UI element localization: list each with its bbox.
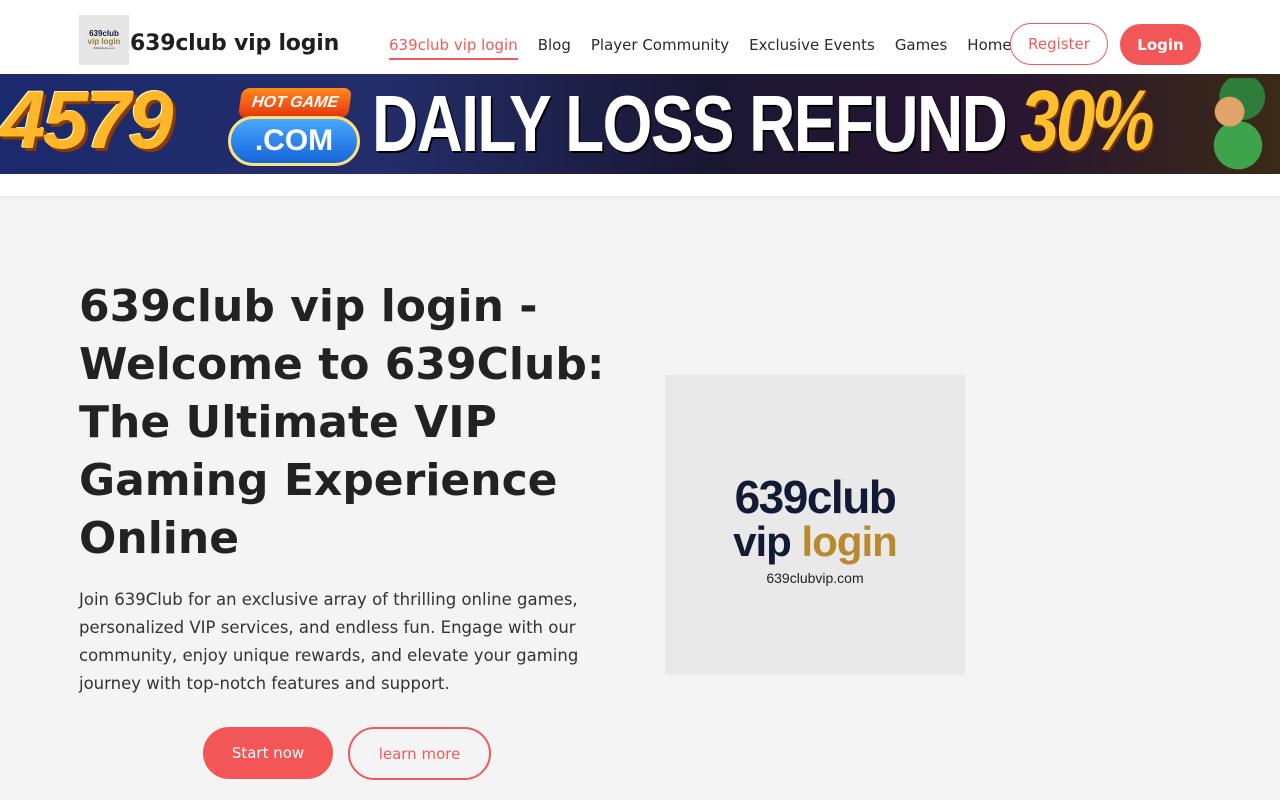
nav-item-blog[interactable]: Blog <box>538 36 571 60</box>
banner-percent: 30% <box>1020 74 1155 169</box>
hero-description: Join 639Club for an exclusive array of t… <box>79 590 579 693</box>
banner-bottom-strip <box>0 174 1280 196</box>
main-nav: 639club vip login Blog Player Community … <box>389 36 1012 60</box>
banner-character-illustration <box>1196 78 1280 174</box>
start-now-button[interactable]: Start now <box>203 727 333 779</box>
register-button[interactable]: Register <box>1010 23 1108 65</box>
site-title[interactable]: 639club vip login <box>130 31 339 56</box>
nav-item-games[interactable]: Games <box>895 36 947 60</box>
login-button[interactable]: Login <box>1120 24 1201 65</box>
hero-image-text-login: login <box>801 517 898 565</box>
logo-text-line3: 639clubvip.com <box>93 46 115 50</box>
site-logo[interactable]: 639club vip login 639clubvip.com <box>79 15 129 65</box>
hero-title: 639club vip login - Welcome to 639Club: … <box>79 281 605 564</box>
site-header: 639club vip login 639clubvip.com 639club… <box>0 0 1280 74</box>
nav-item-639club-vip-login[interactable]: 639club vip login <box>389 36 518 60</box>
banner-number: 4579 <box>0 75 173 166</box>
hero-image-text-line1: 639club <box>734 470 897 523</box>
nav-item-player-community[interactable]: Player Community <box>591 36 729 60</box>
banner-hot-game-label: HOT GAME <box>237 88 353 118</box>
banner-headline: DAILY LOSS REFUND <box>372 79 1008 168</box>
promo-banner[interactable]: 4579 HOT GAME .COM DAILY LOSS REFUND 30% <box>0 74 1280 174</box>
logo-text-line2: vip login <box>87 37 121 46</box>
hero-image-text-vip: vip <box>733 517 802 565</box>
hero-image-text-domain: 639clubvip.com <box>766 570 864 587</box>
learn-more-button[interactable]: learn more <box>348 727 491 780</box>
nav-item-exclusive-events[interactable]: Exclusive Events <box>749 36 875 60</box>
banner-domain-label: .COM <box>228 116 360 166</box>
hero-logo-image: 639club vip login 639clubvip.com <box>665 375 965 675</box>
nav-item-home[interactable]: Home <box>967 36 1011 60</box>
hero-image-text-line2: vip login <box>733 517 898 565</box>
